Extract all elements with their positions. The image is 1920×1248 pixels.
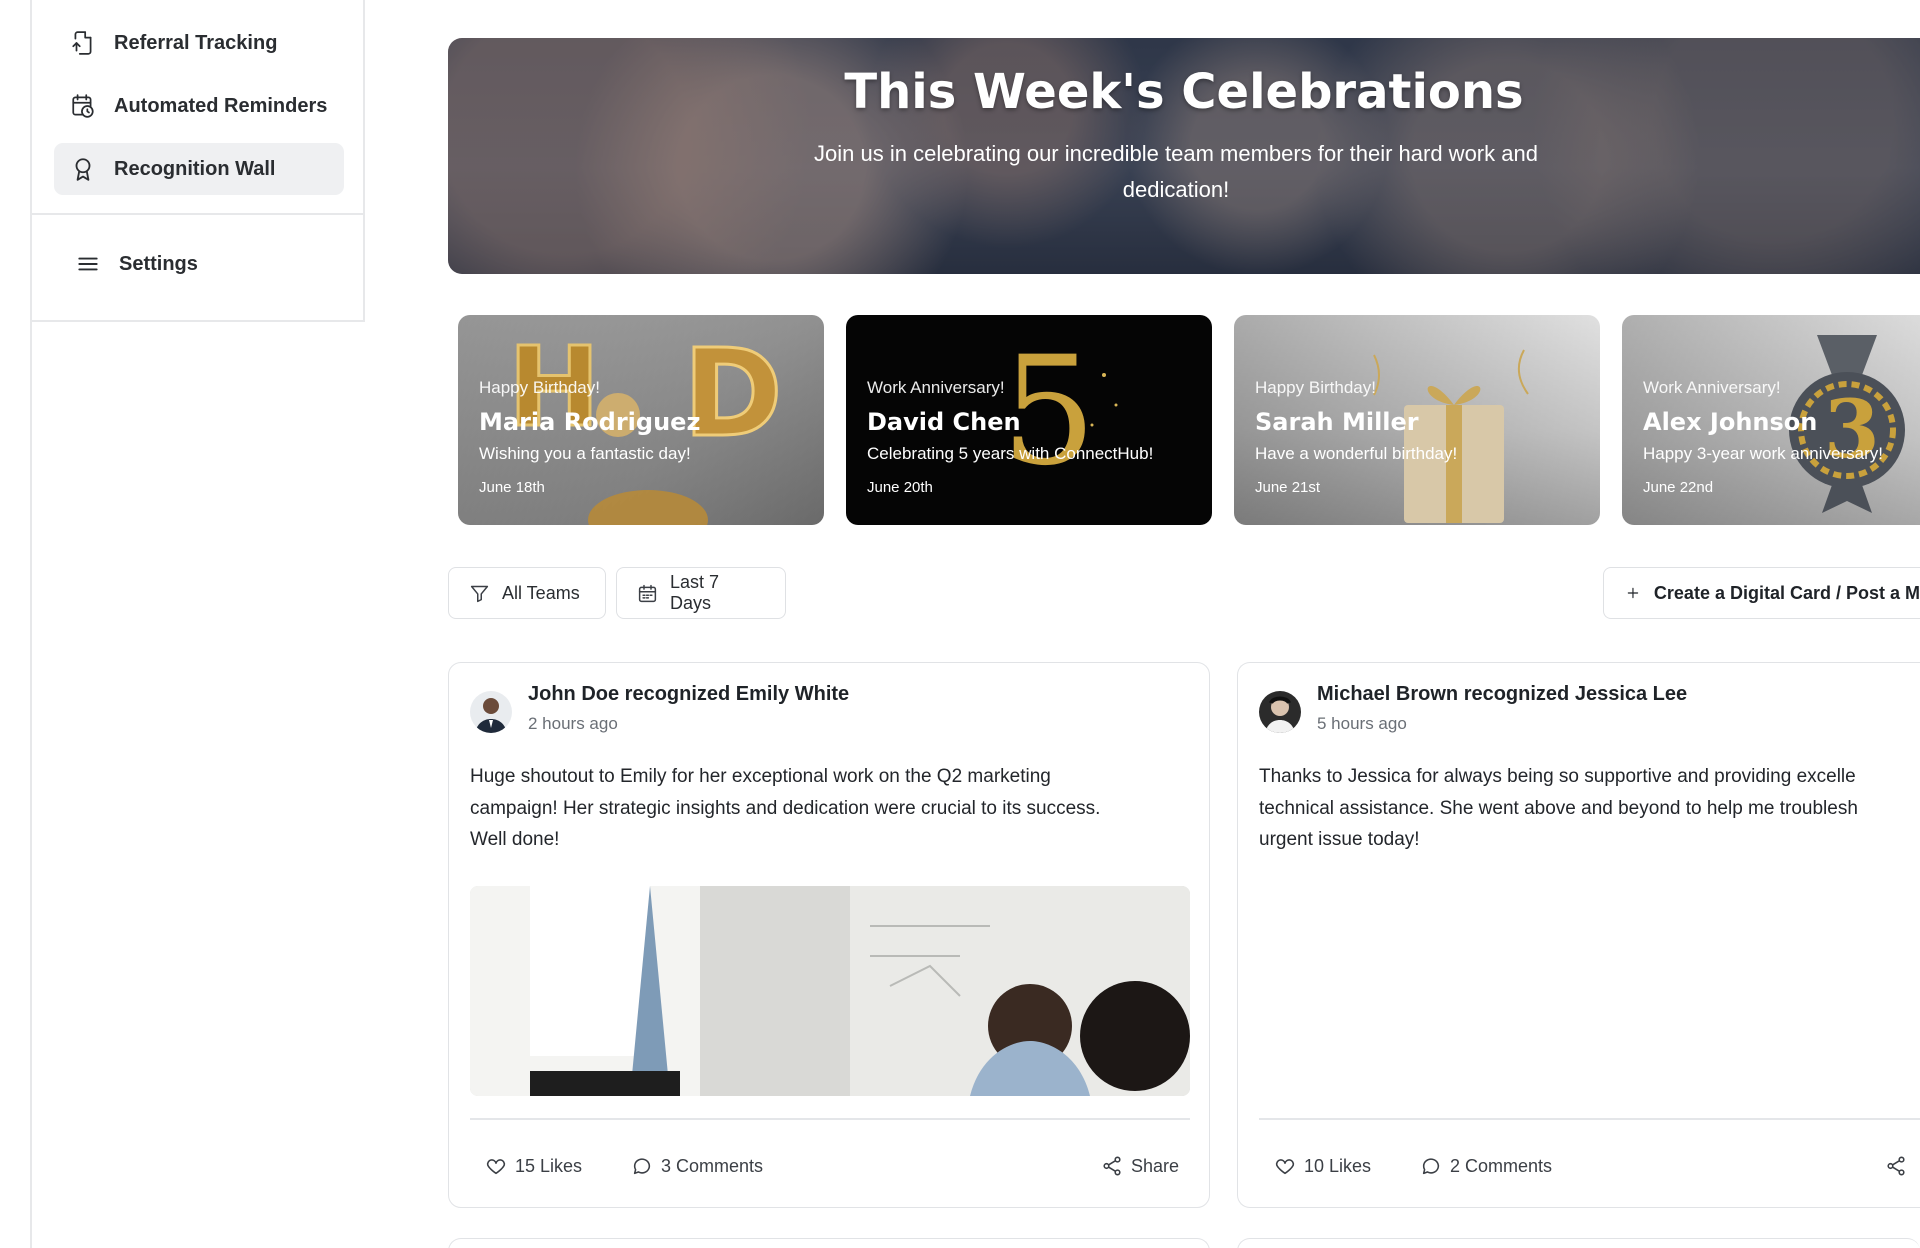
celebration-card[interactable]: H D Happy Birthday! Maria Rodriguez Wish…: [458, 315, 824, 525]
post-header: Michael Brown recognized Jessica Lee 5 h…: [1317, 683, 1687, 734]
plus-icon: [1627, 587, 1639, 599]
celebration-name: Sarah Miller: [1255, 408, 1419, 436]
comment-bubble-icon: [1422, 1158, 1440, 1175]
post-timestamp: 2 hours ago: [528, 714, 618, 733]
comment-count: 2 Comments: [1450, 1155, 1553, 1176]
recognition-post: John Doe recognized Emily White 2 hours …: [448, 662, 1210, 1208]
menu-lines-icon: [78, 257, 98, 271]
post-body-line: campaign! Her strategic insights and ded…: [470, 797, 1101, 819]
celebration-kicker: Work Anniversary!: [1643, 378, 1781, 397]
celebration-date: June 20th: [867, 479, 933, 496]
celebration-date: June 22nd: [1643, 479, 1714, 496]
all-teams-filter[interactable]: All Teams: [448, 567, 606, 619]
hero-subtitle-line: Join us in celebrating our incredible te…: [814, 141, 1538, 166]
post-timestamp: 5 hours ago: [1317, 714, 1407, 733]
share-label: Share: [1131, 1155, 1180, 1176]
share-icon: [1887, 1156, 1905, 1176]
celebration-message: Celebrating 5 years with ConnectHub!: [867, 444, 1154, 463]
like-count: 10 Likes: [1304, 1155, 1372, 1176]
calendar-clock-icon: [72, 94, 94, 118]
like-count: 15 Likes: [515, 1155, 583, 1176]
sidebar: Referral Tracking Automated Reminders Re…: [30, 0, 365, 322]
post-card-peek: [1237, 1238, 1920, 1248]
hero-subtitle-line: dedication!: [1122, 177, 1230, 202]
celebration-message: Happy 3-year work anniversary!: [1643, 444, 1883, 463]
date-range-label: Last 7 Days: [669, 572, 720, 613]
create-button-label: Create a Digital Card / Post a M: [1653, 582, 1920, 603]
award-ribbon-icon: [75, 158, 91, 181]
heart-icon: [1275, 1159, 1295, 1175]
comment-button[interactable]: 3 Comments: [631, 1155, 763, 1177]
celebration-text: Work Anniversary! David Chen Celebrating…: [867, 378, 1153, 496]
celebration-name: David Chen: [867, 408, 1021, 436]
recognition-post: Michael Brown recognized Jessica Lee 5 h…: [1237, 662, 1920, 1208]
celebration-date: June 18th: [479, 479, 545, 496]
celebration-carousel: H D Happy Birthday! Maria Rodriguez Wish…: [458, 315, 1920, 525]
filter-funnel-icon: [470, 585, 489, 602]
sidebar-item-settings[interactable]: Settings: [59, 238, 349, 290]
comment-bubble-icon: [633, 1158, 651, 1175]
share-icon: [1103, 1156, 1121, 1176]
calendar-icon: [638, 584, 657, 602]
comment-count: 3 Comments: [661, 1155, 764, 1176]
post-card-peek: [448, 1238, 1210, 1248]
share-button[interactable]: [1885, 1155, 1907, 1177]
hero-subtitle: Join us in celebrating our incredible te…: [814, 136, 1538, 208]
celebration-card[interactable]: Happy Birthday! Sarah Miller Have a wond…: [1234, 315, 1600, 525]
celebration-card[interactable]: 3 Work Anniversary! Alex Johnson Happy 3…: [1622, 315, 1920, 525]
celebration-card[interactable]: 5 Work Anniversary! David Chen Celebrati…: [846, 315, 1212, 525]
sidebar-item-automated-reminders[interactable]: Automated Reminders: [54, 80, 344, 132]
hero-banner: This Week's Celebrations Join us in cele…: [448, 38, 1920, 274]
post-body-line: Thanks to Jessica for always being so su…: [1259, 766, 1856, 787]
post-photo: [470, 886, 1190, 1096]
post-body: Thanks to Jessica for always being so su…: [1259, 761, 1920, 856]
create-digital-card-button[interactable]: Create a Digital Card / Post a M: [1603, 567, 1920, 619]
post-divider: [470, 1118, 1190, 1120]
post-divider: [1259, 1118, 1920, 1120]
sidebar-divider: [32, 213, 363, 215]
date-range-filter[interactable]: Last 7 Days: [616, 567, 786, 619]
post-title: Michael Brown recognized Jessica Lee: [1317, 683, 1688, 705]
post-header: John Doe recognized Emily White 2 hours …: [528, 683, 849, 734]
sidebar-item-label: Settings: [119, 252, 198, 275]
celebration-text: Happy Birthday! Sarah Miller Have a wond…: [1255, 378, 1457, 496]
all-teams-label: All Teams: [502, 582, 580, 603]
heart-icon: [486, 1159, 506, 1175]
post-body-line: Well done!: [470, 829, 560, 850]
post-body-line: Huge shoutout to Emily for her exception…: [470, 766, 1051, 787]
sidebar-item-label: Automated Reminders: [114, 94, 328, 117]
celebration-text: Work Anniversary! Alex Johnson Happy 3-y…: [1643, 378, 1883, 496]
avatar: [1259, 691, 1301, 733]
like-button[interactable]: 10 Likes: [1274, 1155, 1371, 1177]
celebration-name: Alex Johnson: [1643, 408, 1818, 436]
avatar: [470, 691, 512, 733]
comment-button[interactable]: 2 Comments: [1420, 1155, 1552, 1177]
sidebar-item-label: Recognition Wall: [114, 157, 276, 180]
celebration-name: Maria Rodriguez: [479, 408, 701, 436]
celebration-kicker: Happy Birthday!: [1255, 378, 1376, 397]
referral-file-icon: [72, 31, 92, 55]
post-body-line: technical assistance. She went above and…: [1259, 797, 1858, 819]
celebration-kicker: Work Anniversary!: [867, 378, 1005, 397]
share-button[interactable]: Share: [1101, 1155, 1179, 1177]
post-body: Huge shoutout to Emily for her exception…: [470, 761, 1190, 856]
celebration-date: June 21st: [1255, 479, 1321, 496]
sidebar-edge: [30, 322, 32, 1248]
post-title: John Doe recognized Emily White: [528, 683, 850, 705]
celebration-message: Have a wonderful birthday!: [1255, 444, 1458, 463]
like-button[interactable]: 15 Likes: [485, 1155, 582, 1177]
sidebar-item-label: Referral Tracking: [114, 31, 278, 54]
celebration-kicker: Happy Birthday!: [479, 378, 600, 397]
sidebar-item-recognition-wall[interactable]: Recognition Wall: [54, 143, 344, 195]
celebration-message: Wishing you a fantastic day!: [479, 444, 691, 463]
celebration-text: Happy Birthday! Maria Rodriguez Wishing …: [479, 378, 700, 496]
sidebar-item-referral-tracking[interactable]: Referral Tracking: [54, 17, 344, 69]
hero-title: This Week's Celebrations: [844, 64, 1524, 120]
post-body-line: urgent issue today!: [1259, 829, 1420, 850]
